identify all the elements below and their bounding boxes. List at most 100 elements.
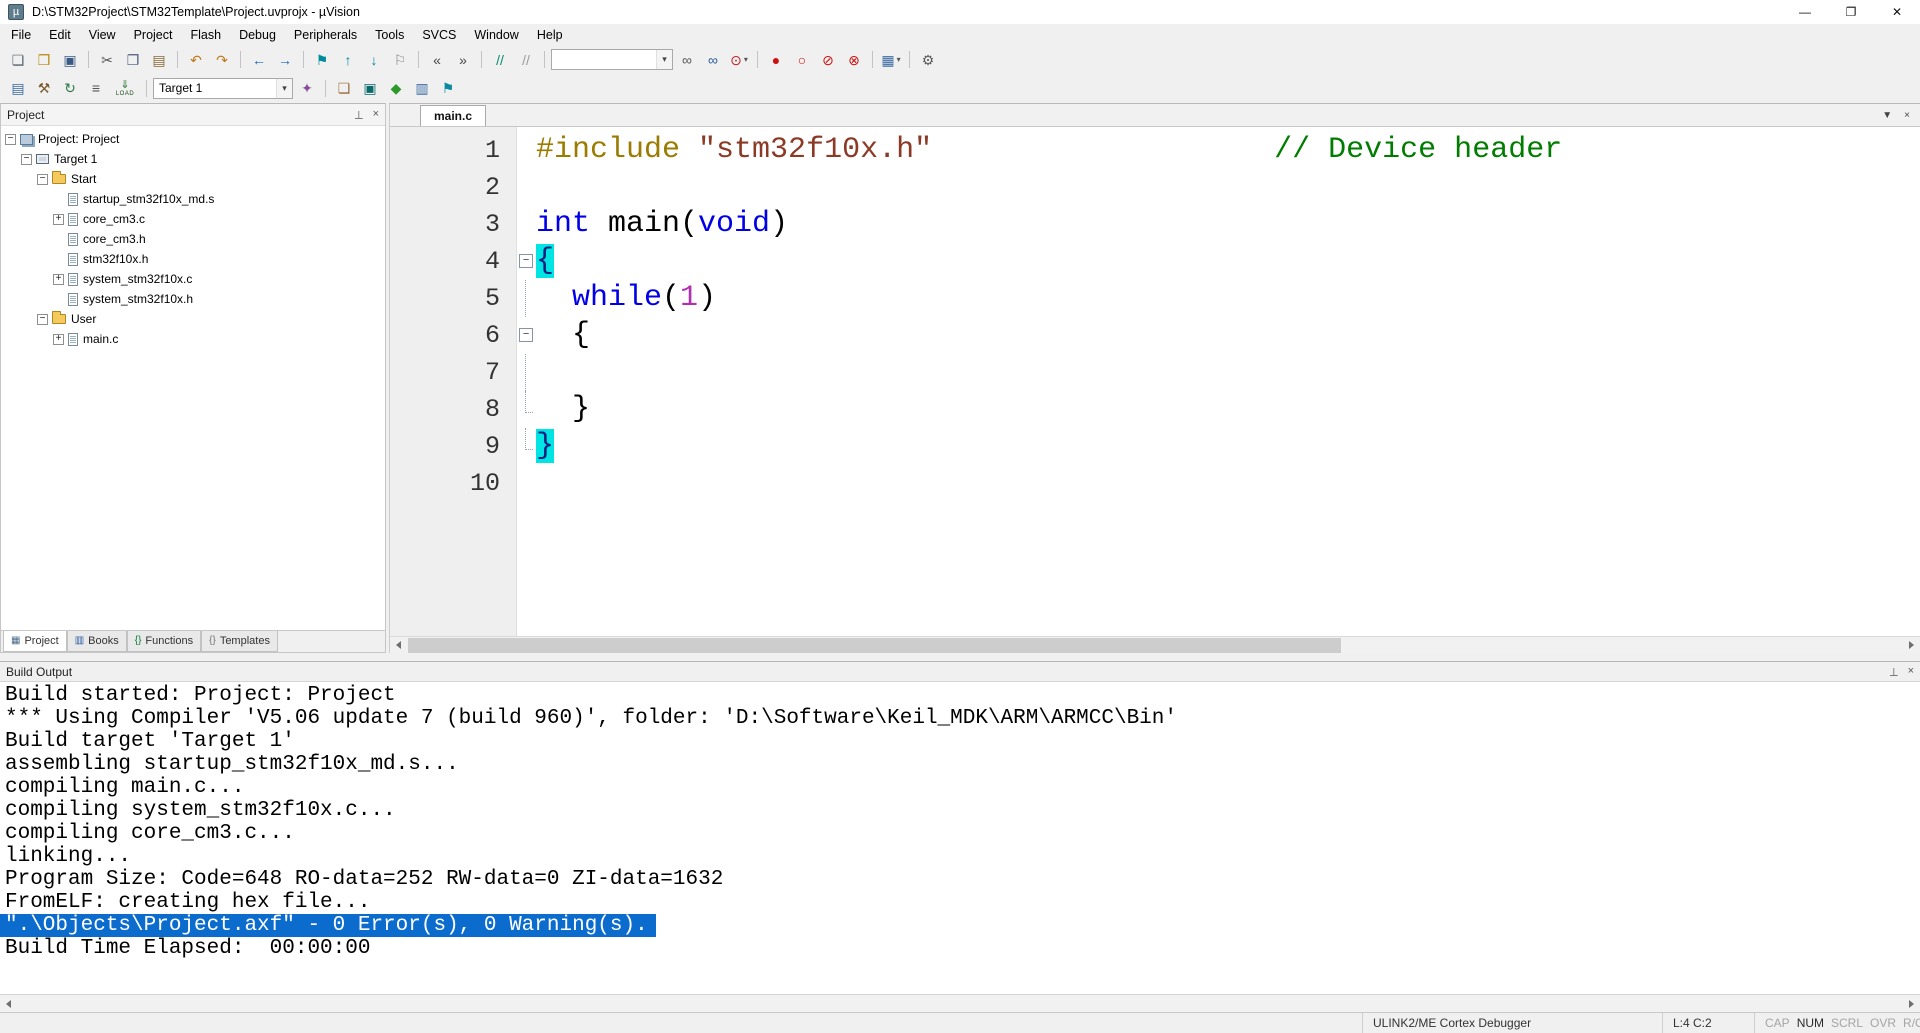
paste-button[interactable]: ▤ bbox=[147, 49, 171, 71]
next-bookmark-button[interactable]: ↓ bbox=[362, 49, 386, 71]
editor-hscrollbar[interactable] bbox=[390, 636, 1920, 653]
fold-collapse-icon[interactable]: − bbox=[519, 328, 533, 342]
code-line-10[interactable]: 10 bbox=[390, 465, 1920, 502]
collapse-icon[interactable]: − bbox=[21, 154, 32, 165]
new-file-button[interactable]: ❏ bbox=[6, 49, 30, 71]
download-button[interactable]: ⇓LOAD bbox=[110, 77, 140, 99]
code-line-4[interactable]: 4−{ bbox=[390, 243, 1920, 280]
build-output-hscrollbar[interactable] bbox=[0, 994, 1920, 1012]
build-button[interactable]: ⚒ bbox=[32, 77, 56, 99]
menu-edit[interactable]: Edit bbox=[40, 26, 80, 44]
comment-selection-button[interactable]: // bbox=[488, 49, 512, 71]
menu-tools[interactable]: Tools bbox=[366, 26, 413, 44]
tree-item-core-cm3-c[interactable]: +core_cm3.c bbox=[1, 209, 385, 229]
find-text-combo[interactable]: ▾ bbox=[551, 49, 673, 70]
menu-debug[interactable]: Debug bbox=[230, 26, 285, 44]
tree-item-stm32f10x-h[interactable]: stm32f10x.h bbox=[1, 249, 385, 269]
menu-project[interactable]: Project bbox=[125, 26, 182, 44]
code-line-9[interactable]: 9} bbox=[390, 428, 1920, 465]
navigate-forward-button[interactable]: → bbox=[273, 49, 297, 71]
code-line-3[interactable]: 3int main(void) bbox=[390, 206, 1920, 243]
pack-installer-button[interactable]: ▣ bbox=[358, 77, 382, 99]
tree-item-startup-stm32f10x-md-s[interactable]: startup_stm32f10x_md.s bbox=[1, 189, 385, 209]
clear-all-bookmarks-button[interactable]: ⚐ bbox=[388, 49, 412, 71]
minimize-button[interactable]: — bbox=[1782, 0, 1828, 24]
books-button[interactable]: ▥ bbox=[410, 77, 434, 99]
options-for-target-button[interactable]: ✦ bbox=[295, 77, 319, 99]
kill-all-breakpoints-button[interactable]: ⊗ bbox=[842, 49, 866, 71]
scroll-left-icon[interactable] bbox=[0, 995, 17, 1012]
menu-svcs[interactable]: SVCS bbox=[413, 26, 465, 44]
save-button[interactable]: ▣ bbox=[58, 49, 82, 71]
horizontal-splitter[interactable] bbox=[0, 653, 1920, 661]
tab-list-icon[interactable]: ▼ bbox=[1882, 110, 1892, 121]
code-line-6[interactable]: 6− { bbox=[390, 317, 1920, 354]
tab-main-c[interactable]: main.c bbox=[420, 105, 486, 126]
insert-flag-button[interactable]: ⚑ bbox=[436, 77, 460, 99]
tree-item-start[interactable]: −Start bbox=[1, 169, 385, 189]
find-button[interactable]: ∞ bbox=[701, 49, 725, 71]
code-line-5[interactable]: 5 while(1) bbox=[390, 280, 1920, 317]
tree-item-user[interactable]: −User bbox=[1, 309, 385, 329]
tree-item-target-1[interactable]: −Target 1 bbox=[1, 149, 385, 169]
cut-button[interactable]: ✂ bbox=[95, 49, 119, 71]
configure-button[interactable]: ⚙ bbox=[916, 49, 940, 71]
tree-item-system-stm32f10x-h[interactable]: system_stm32f10x.h bbox=[1, 289, 385, 309]
tree-item-core-cm3-h[interactable]: core_cm3.h bbox=[1, 229, 385, 249]
translate-button[interactable]: ▤ bbox=[6, 77, 30, 99]
collapse-icon[interactable]: − bbox=[37, 174, 48, 185]
batch-build-button[interactable]: ≡ bbox=[84, 77, 108, 99]
close-button[interactable]: ✕ bbox=[1874, 0, 1920, 24]
menu-flash[interactable]: Flash bbox=[181, 26, 230, 44]
undo-button[interactable]: ↶ bbox=[184, 49, 208, 71]
manage-project-items-button[interactable]: ❏ bbox=[332, 77, 356, 99]
menu-peripherals[interactable]: Peripherals bbox=[285, 26, 366, 44]
collapse-icon[interactable]: − bbox=[37, 314, 48, 325]
menu-file[interactable]: File bbox=[2, 26, 40, 44]
collapse-icon[interactable]: − bbox=[5, 134, 16, 145]
build-output-content[interactable]: Build started: Project: Project*** Using… bbox=[0, 682, 1920, 994]
tree-item-main-c[interactable]: +main.c bbox=[1, 329, 385, 349]
uncomment-selection-button[interactable]: // bbox=[514, 49, 538, 71]
panel-tab-project[interactable]: ▦Project bbox=[3, 631, 67, 652]
fold-collapse-icon[interactable]: − bbox=[519, 254, 533, 268]
toggle-bookmark-button[interactable]: ⚑ bbox=[310, 49, 334, 71]
pin-icon[interactable]: ⊤ bbox=[354, 108, 364, 121]
pin-icon[interactable]: ⊤ bbox=[1889, 665, 1899, 678]
code-line-2[interactable]: 2 bbox=[390, 169, 1920, 206]
expand-icon[interactable]: + bbox=[53, 334, 64, 345]
code-area[interactable]: 1#include "stm32f10x.h" // Device header… bbox=[390, 127, 1920, 636]
expand-icon[interactable]: + bbox=[53, 214, 64, 225]
code-line-1[interactable]: 1#include "stm32f10x.h" // Device header bbox=[390, 132, 1920, 169]
panel-tab-templates[interactable]: {}Templates bbox=[201, 631, 278, 652]
build-output-close-icon[interactable]: × bbox=[1908, 665, 1914, 678]
manage-rte-button[interactable]: ◆ bbox=[384, 77, 408, 99]
copy-button[interactable]: ❐ bbox=[121, 49, 145, 71]
scroll-right-icon[interactable] bbox=[1903, 995, 1920, 1012]
editor-close-icon[interactable]: × bbox=[1904, 110, 1910, 121]
scroll-right-icon[interactable] bbox=[1903, 637, 1920, 653]
rebuild-button[interactable]: ↻ bbox=[58, 77, 82, 99]
restore-button[interactable]: ❐ bbox=[1828, 0, 1874, 24]
tree-item-system-stm32f10x-c[interactable]: +system_stm32f10x.c bbox=[1, 269, 385, 289]
panel-tab-books[interactable]: ▥Books bbox=[67, 631, 127, 652]
project-panel-close-icon[interactable]: × bbox=[373, 108, 379, 121]
menu-window[interactable]: Window bbox=[465, 26, 527, 44]
chevron-down-icon[interactable]: ▾ bbox=[656, 50, 672, 69]
incremental-find-button[interactable]: ⊙▾ bbox=[727, 49, 751, 71]
disable-all-breakpoints-button[interactable]: ⊘ bbox=[816, 49, 840, 71]
find-in-files-button[interactable]: ∞ bbox=[675, 49, 699, 71]
indent-button[interactable]: » bbox=[451, 49, 475, 71]
enable-disable-breakpoint-button[interactable]: ○ bbox=[790, 49, 814, 71]
scroll-left-icon[interactable] bbox=[390, 637, 407, 653]
tree-item-project-project[interactable]: −Project: Project bbox=[1, 129, 385, 149]
navigate-back-button[interactable]: ← bbox=[247, 49, 271, 71]
chevron-down-icon[interactable]: ▾ bbox=[276, 79, 292, 98]
redo-button[interactable]: ↷ bbox=[210, 49, 234, 71]
unindent-button[interactable]: « bbox=[425, 49, 449, 71]
previous-bookmark-button[interactable]: ↑ bbox=[336, 49, 360, 71]
editor-hscroll-thumb[interactable] bbox=[408, 638, 1341, 653]
panel-tab-functions[interactable]: {}Functions bbox=[127, 631, 201, 652]
menu-help[interactable]: Help bbox=[528, 26, 572, 44]
target-select[interactable]: Target 1▾ bbox=[153, 78, 293, 99]
